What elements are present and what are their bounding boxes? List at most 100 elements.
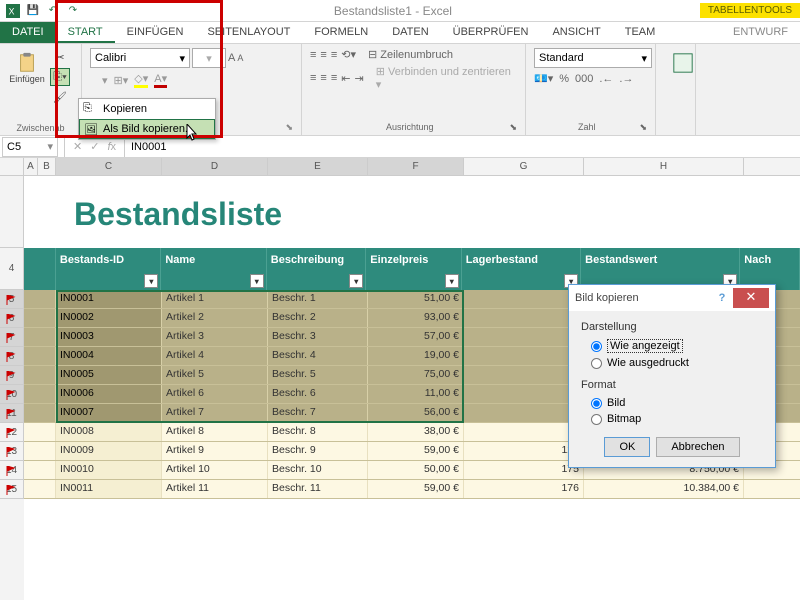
cell[interactable]: Beschr. 6 (268, 385, 368, 403)
cell[interactable] (24, 309, 56, 327)
tab-ansicht[interactable]: ANSICHT (540, 22, 612, 43)
formula-input[interactable]: IN0001 (125, 141, 172, 153)
cell[interactable]: Beschr. 8 (268, 423, 368, 441)
tab-datei[interactable]: DATEI (0, 22, 56, 43)
filter-button-preis[interactable]: ▾ (445, 274, 459, 288)
cell[interactable]: 122 (464, 442, 584, 460)
filter-button-id[interactable]: ▾ (144, 274, 158, 288)
percent-format-icon[interactable]: % (559, 73, 569, 85)
conditional-format-button[interactable] (664, 48, 702, 108)
radio-wie-ausgedruckt[interactable]: Wie ausgedruckt (581, 355, 763, 371)
tab-ueberpruefen[interactable]: ÜBERPRÜFEN (441, 22, 541, 43)
cell[interactable]: Artikel 9 (162, 442, 268, 460)
save-icon[interactable]: 💾 (26, 4, 40, 18)
cell[interactable]: IN0011 (56, 480, 162, 498)
cell[interactable]: 59,00 € (368, 442, 464, 460)
column-header-H[interactable]: H (584, 158, 744, 175)
cell[interactable]: Artikel 11 (162, 480, 268, 498)
abbrechen-button[interactable]: Abbrechen (656, 437, 739, 457)
column-header-F[interactable]: F (368, 158, 464, 175)
cell[interactable]: IN0010 (56, 461, 162, 479)
increase-indent-icon[interactable]: ⇥ (354, 72, 363, 85)
cut-icon[interactable]: ✂ (50, 48, 70, 66)
tab-daten[interactable]: DATEN (380, 22, 440, 43)
dialog-help-button[interactable]: ? (711, 292, 733, 304)
cell[interactable]: Artikel 2 (162, 309, 268, 327)
cell[interactable]: Beschr. 9 (268, 442, 368, 460)
cell[interactable] (464, 290, 584, 308)
cell[interactable]: Beschr. 2 (268, 309, 368, 327)
cell[interactable]: Artikel 8 (162, 423, 268, 441)
cell[interactable]: Beschr. 3 (268, 328, 368, 346)
number-format-select[interactable]: Standard▾ (534, 48, 652, 68)
font-color-icon[interactable]: A▾ (154, 72, 167, 88)
cell[interactable]: IN0005 (56, 366, 162, 384)
cell[interactable]: Beschr. 11 (268, 480, 368, 498)
cell[interactable]: Beschr. 5 (268, 366, 368, 384)
cell[interactable]: 38,00 € (368, 423, 464, 441)
cell[interactable]: 11,00 € (368, 385, 464, 403)
increase-decimal-icon[interactable]: .← (599, 73, 613, 85)
copy-button[interactable]: ⎘▾ (50, 68, 70, 86)
cell[interactable] (24, 442, 56, 460)
filter-button-name[interactable]: ▾ (250, 274, 264, 288)
enter-formula-icon[interactable]: ✓ (90, 140, 99, 153)
radio-bild[interactable]: Bild (581, 395, 763, 411)
cell[interactable]: 10.384,00 € (584, 480, 744, 498)
tab-team[interactable]: TEAM (613, 22, 668, 43)
cell[interactable]: Artikel 3 (162, 328, 268, 346)
paste-button[interactable]: Einfügen (8, 48, 46, 108)
align-left-icon[interactable]: ≡ (310, 72, 316, 84)
column-header-D[interactable]: D (162, 158, 268, 175)
merge-button[interactable]: ⊞ Verbinden und zentrieren ▾ (376, 65, 517, 91)
cell[interactable]: Beschr. 7 (268, 404, 368, 422)
cell[interactable]: IN0006 (56, 385, 162, 403)
cell[interactable]: Artikel 1 (162, 290, 268, 308)
undo-icon[interactable]: ↶ (46, 4, 60, 18)
cell[interactable]: 19,00 € (368, 347, 464, 365)
decrease-indent-icon[interactable]: ⇤ (341, 72, 350, 85)
cell[interactable] (24, 461, 56, 479)
font-size-select[interactable]: ▾ (192, 48, 226, 68)
cell[interactable] (464, 309, 584, 327)
cell[interactable]: IN0004 (56, 347, 162, 365)
cell[interactable] (464, 423, 584, 441)
align-bottom-icon[interactable]: ≡ (331, 49, 337, 61)
cell[interactable]: Artikel 6 (162, 385, 268, 403)
cell[interactable]: Artikel 10 (162, 461, 268, 479)
tab-entwurf[interactable]: ENTWURF (721, 22, 800, 43)
cell[interactable]: Artikel 5 (162, 366, 268, 384)
cancel-formula-icon[interactable]: ✕ (73, 140, 82, 153)
align-middle-icon[interactable]: ≡ (320, 49, 326, 61)
cell[interactable]: 56,00 € (368, 404, 464, 422)
tab-seitenlayout[interactable]: SEITENLAYOUT (195, 22, 302, 43)
cell[interactable] (24, 366, 56, 384)
column-header-B[interactable]: B (38, 158, 56, 175)
font-name-select[interactable]: Calibri▾ (90, 48, 190, 68)
align-right-icon[interactable]: ≡ (331, 72, 337, 84)
table-row[interactable]: IN0011Artikel 11Beschr. 1159,00 €17610.3… (24, 480, 800, 499)
filter-button-beschr[interactable]: ▾ (349, 274, 363, 288)
cell[interactable] (464, 404, 584, 422)
cell[interactable] (464, 385, 584, 403)
cell[interactable]: Beschr. 1 (268, 290, 368, 308)
radio-bitmap[interactable]: Bitmap (581, 411, 763, 427)
cell[interactable]: 176 (464, 480, 584, 498)
menu-item-kopieren[interactable]: ⎘ Kopieren (79, 99, 215, 119)
align-top-icon[interactable]: ≡ (310, 49, 316, 61)
format-painter-icon[interactable]: 🖌 (50, 88, 70, 106)
column-header-C[interactable]: C (56, 158, 162, 175)
cell[interactable]: IN0007 (56, 404, 162, 422)
tab-start[interactable]: START (56, 22, 115, 43)
cell[interactable] (24, 404, 56, 422)
cell[interactable]: IN0009 (56, 442, 162, 460)
cell[interactable]: 59,00 € (368, 480, 464, 498)
align-center-icon[interactable]: ≡ (320, 72, 326, 84)
cell[interactable] (24, 423, 56, 441)
column-header-G[interactable]: G (464, 158, 584, 175)
cell[interactable] (24, 328, 56, 346)
cell[interactable]: IN0008 (56, 423, 162, 441)
cell[interactable] (24, 385, 56, 403)
cell[interactable] (24, 290, 56, 308)
dialog-close-button[interactable]: ✕ (733, 288, 769, 308)
